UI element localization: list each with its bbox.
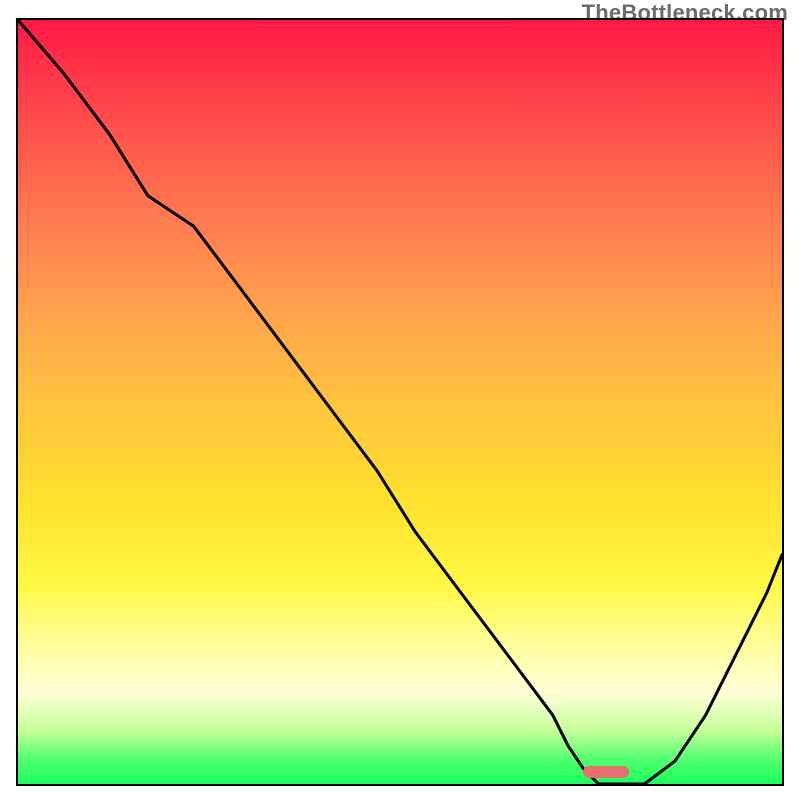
plot-area bbox=[18, 20, 782, 784]
bottleneck-curve bbox=[18, 20, 782, 784]
curve-layer bbox=[18, 20, 782, 784]
chart-frame: TheBottleneck.com bbox=[0, 0, 800, 800]
optimal-range-marker bbox=[583, 766, 629, 778]
